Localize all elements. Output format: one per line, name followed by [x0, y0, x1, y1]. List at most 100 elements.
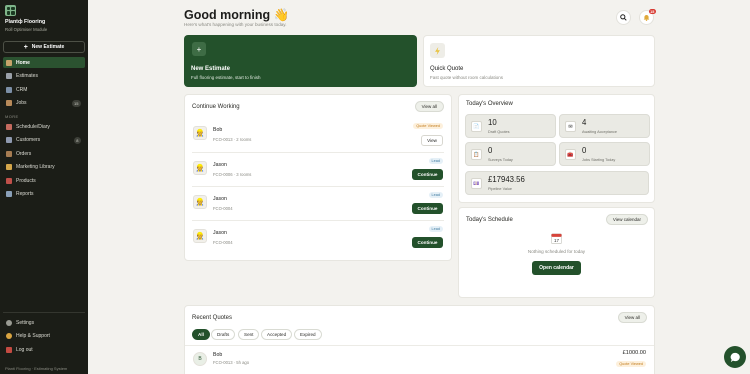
sidebar-item-jobs[interactable]: Jobs 15 [3, 97, 85, 108]
sidebar-item-crm[interactable]: CRM [3, 84, 85, 95]
clipboard-icon: 📋 [471, 149, 482, 160]
customer-name: Jason [213, 230, 227, 236]
sidebar-item-label: Products [16, 177, 36, 184]
bell-icon [643, 15, 650, 21]
customer-name: Jason [213, 196, 227, 202]
lightning-icon [430, 43, 445, 58]
table-row[interactable]: B Bob FCO-0013 · 5h ago £1000.00 Quote V… [185, 347, 654, 374]
filter-expired[interactable]: Expired [294, 329, 322, 340]
logout-icon [6, 346, 12, 353]
sidebar-item-orders[interactable]: Orders [3, 148, 85, 159]
sidebar-item-estimates[interactable]: Estimates [3, 70, 85, 81]
customer-name: Jason [213, 162, 227, 168]
estimate-meta: FCO-0013 · 2 rooms [213, 137, 252, 142]
avatar: B [193, 352, 207, 366]
sidebar-item-marketing-library[interactable]: Marketing Library [3, 161, 85, 172]
sidebar-item-label: Schedule/Diary [16, 123, 50, 130]
envelope-icon: ✉ [565, 121, 576, 132]
notifications-button[interactable]: 15 [639, 9, 656, 25]
sidebar-item-label: CRM [16, 86, 28, 93]
sidebar-item-settings[interactable]: Settings [3, 317, 85, 328]
chart-icon [6, 190, 12, 197]
status-badge: Quote Viewed [413, 123, 443, 129]
gear-icon [6, 319, 12, 326]
jobs-count-badge: 15 [71, 99, 81, 107]
filter-drafts[interactable]: Drafts [211, 329, 236, 340]
recent-quotes-view-all-button[interactable]: View all [617, 312, 647, 323]
todays-schedule-card: Today's Schedule View calendar 17 Nothin… [458, 207, 655, 298]
tile-value: 10 [488, 118, 497, 127]
search-icon [620, 14, 627, 21]
tile-label: Jobs Starting Today [582, 158, 616, 162]
quote-amount: £1000.00 [622, 350, 646, 356]
list-item[interactable]: 👷 Jason FCO-0004 Lead Continue [185, 187, 451, 221]
briefcase-icon [6, 99, 12, 106]
view-calendar-button[interactable]: View calendar [605, 214, 648, 225]
tile-label: Pipeline Value [488, 187, 512, 191]
overview-title: Today's Overview [466, 101, 513, 107]
new-estimate-card[interactable]: + New Estimate Full flooring estimate, s… [184, 35, 417, 87]
sidebar-item-schedule[interactable]: Schedule/Diary [3, 121, 85, 132]
filter-all[interactable]: All [192, 329, 210, 340]
sidebar-item-help[interactable]: Help & Support [3, 330, 85, 341]
tile-value: 4 [582, 118, 587, 127]
quick-quote-card[interactable]: Quick Quote Fast quote without room calc… [423, 35, 655, 87]
money-icon: 💷 [471, 178, 482, 189]
quote-meta: FCO-0013 · 5h ago [213, 360, 250, 365]
sidebar-item-logout[interactable]: Log out [3, 344, 85, 355]
tag-icon [6, 177, 12, 184]
sidebar-item-products[interactable]: Products [3, 175, 85, 186]
schedule-title: Today's Schedule [466, 217, 513, 223]
list-item[interactable]: 👷 Jason FCO-0004 Lead Continue [185, 221, 451, 255]
estimate-meta: FCO-0004 [213, 240, 233, 245]
sidebar-item-reports[interactable]: Reports [3, 188, 85, 199]
tile-label: Draft Quotes [488, 130, 510, 134]
page-title: Good morning 👋 [184, 8, 290, 22]
customers-count-badge: 8 [73, 136, 81, 144]
surveys-today-tile[interactable]: 📋 0 Surveys Today [465, 142, 556, 166]
sidebar-item-label: Settings [16, 319, 35, 326]
list-item[interactable]: 👷 Jason FCO-0006 · 3 rooms Lead Continue [185, 153, 451, 187]
page-subtitle: Here's what's happening with your busine… [184, 22, 287, 27]
jobs-starting-today-tile[interactable]: 🧰 0 Jobs Starting Today [559, 142, 650, 166]
quick-quote-subtitle: Fast quote without room calculations [430, 75, 504, 80]
draft-quotes-tile[interactable]: 📄 10 Draft Quotes [465, 114, 556, 138]
search-button[interactable] [616, 10, 631, 25]
recent-quotes-title: Recent Quotes [192, 315, 233, 321]
continue-button[interactable]: Continue [412, 237, 443, 248]
sidebar-item-customers[interactable]: Customers 8 [3, 134, 85, 145]
new-estimate-subtitle: Full flooring estimate, start to finish [191, 75, 261, 80]
schedule-empty-text: Nothing scheduled for today [527, 249, 586, 254]
pipeline-value-tile[interactable]: 💷 £17943.56 Pipeline Value [465, 171, 649, 195]
sidebar-item-home[interactable]: Home [3, 57, 85, 68]
new-estimate-title: New Estimate [191, 66, 231, 72]
chat-support-button[interactable] [724, 346, 746, 368]
continue-working-title: Continue Working [192, 104, 240, 110]
plus-icon: + [23, 43, 28, 51]
tile-value: £17943.56 [488, 175, 525, 184]
view-button[interactable]: View [421, 135, 443, 146]
clipboard-icon [6, 72, 12, 79]
sidebar-new-estimate-button[interactable]: + New Estimate [3, 41, 85, 53]
filter-accepted[interactable]: Accepted [261, 329, 293, 340]
continue-button[interactable]: Continue [412, 203, 443, 214]
sidebar-footer: Planti Flooring · Estimating System [5, 366, 68, 371]
list-item[interactable]: 👷 Bob FCO-0013 · 2 rooms Quote Viewed Vi… [185, 119, 451, 153]
awaiting-acceptance-tile[interactable]: ✉ 4 Awaiting Acceptance [559, 114, 650, 138]
quick-quote-title: Quick Quote [430, 66, 464, 72]
calendar-day-number: 17 [554, 238, 560, 243]
person-icon: 👷 [193, 161, 207, 175]
calendar-icon [6, 123, 12, 130]
todays-overview-card: Today's Overview 📄 10 Draft Quotes ✉ 4 A… [458, 94, 655, 203]
open-calendar-button[interactable]: Open calendar [532, 261, 581, 275]
tile-label: Surveys Today [488, 158, 513, 162]
filter-sent[interactable]: Sent [238, 329, 260, 340]
sidebar-item-label: Reports [16, 190, 34, 197]
continue-working-view-all-button[interactable]: View all [414, 101, 444, 112]
sidebar-item-label: Log out [16, 346, 33, 353]
continue-button[interactable]: Continue [412, 169, 443, 180]
users-icon [6, 136, 12, 143]
help-icon [6, 332, 12, 339]
sidebar-divider [3, 312, 85, 313]
sidebar-item-label: Jobs [16, 99, 27, 106]
